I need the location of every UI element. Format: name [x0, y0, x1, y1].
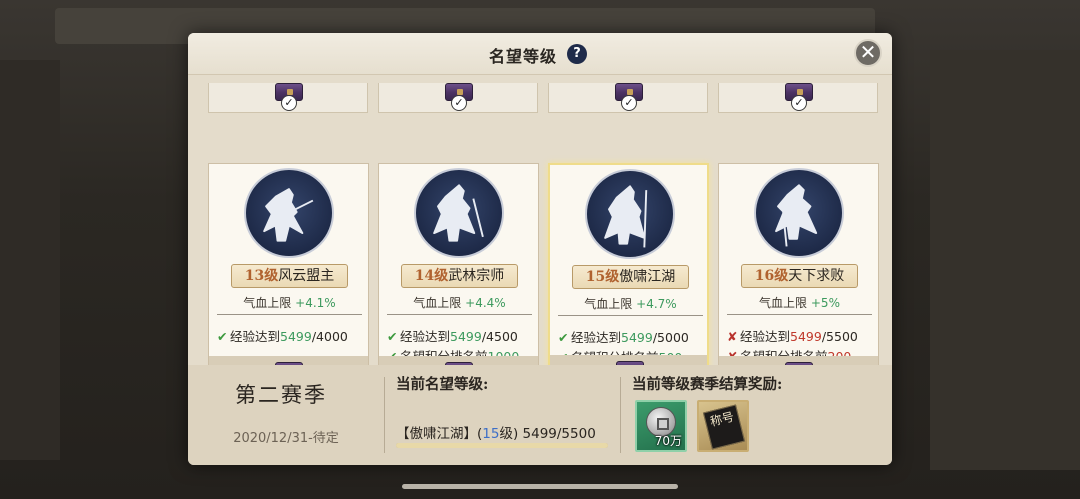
- card-divider: [217, 314, 362, 315]
- prev-reward-strip: ✓: [718, 83, 878, 113]
- stat-value: +4.1%: [295, 296, 336, 310]
- prestige-level-modal: 名望等级 ? ✕ ✓ ✓ ✓ ✓ 13级风云盟主 气血上限 +4.1% ✔ 经验达到5…: [188, 33, 892, 465]
- help-icon[interactable]: ?: [567, 44, 587, 64]
- cross-icon: ✘: [727, 329, 738, 344]
- level-number: 14级: [414, 268, 449, 284]
- level-title: 天下求败: [788, 268, 845, 284]
- claimed-check-icon: ✓: [791, 95, 807, 111]
- hero-portrait: [244, 168, 334, 258]
- stat-value: +4.4%: [465, 296, 506, 310]
- check-icon: ✔: [217, 329, 228, 344]
- requirement-label: 经验达到: [400, 329, 451, 344]
- check-icon: ✔: [387, 329, 398, 344]
- stat-label: 气血上限: [759, 296, 808, 310]
- modal-title: 名望等级: [488, 47, 557, 66]
- background-left-panel: [0, 60, 60, 460]
- level-name-plate: 15级傲啸江湖: [572, 265, 689, 289]
- close-button[interactable]: ✕: [854, 39, 882, 67]
- requirement-value: 5499: [450, 329, 482, 344]
- level-title: 武林宗师: [448, 268, 505, 284]
- level-card-2[interactable]: 15级傲啸江湖气血上限 +4.7%✔经验达到5499/5000✔名望积分排名前5…: [548, 163, 709, 395]
- requirement-value: 5499: [790, 329, 822, 344]
- requirement-target: /4500: [481, 329, 518, 344]
- hero-portrait: [585, 169, 675, 259]
- season-title: 第二赛季: [235, 383, 327, 407]
- reward-title-item[interactable]: 称号: [697, 400, 749, 452]
- stat-bonus: 气血上限 +4.7%: [550, 295, 711, 312]
- prev-reward-strip: ✓: [548, 83, 708, 113]
- claimed-check-icon: ✓: [621, 95, 637, 111]
- level-cards-area[interactable]: ✓ ✓ ✓ ✓ 13级风云盟主气血上限 +4.1%✔经验达到5499/4000✓…: [188, 75, 892, 395]
- stat-label: 气血上限: [413, 296, 462, 310]
- divider: [384, 377, 385, 453]
- stat-bonus: 气血上限 +5%: [719, 294, 880, 311]
- prev-reward-strip: ✓: [378, 83, 538, 113]
- card-divider: [727, 314, 872, 315]
- level-card-3[interactable]: 16级天下求败气血上限 +5%✘经验达到5499/5500✘名望积分排名前200: [718, 163, 879, 395]
- hero-portrait: [414, 168, 504, 258]
- reward-coin-amount: 70万: [654, 434, 682, 448]
- check-icon: ✔: [558, 330, 569, 345]
- stat-label: 气血上限: [243, 296, 292, 310]
- level-name-plate: 14级武林宗师: [401, 264, 518, 288]
- requirement-label: 经验达到: [571, 330, 622, 345]
- background-side-panel: [930, 50, 1080, 470]
- requirement-row: ✔ 经验达到5499/4000: [217, 326, 348, 345]
- level-title: 风云盟主: [278, 268, 335, 284]
- prev-reward-strip: ✓: [208, 83, 368, 113]
- current-level-label: 当前名望等级:: [396, 376, 489, 393]
- level-card-1[interactable]: 14级武林宗师气血上限 +4.4%✔经验达到5499/4500✔名望积分排名前1…: [378, 163, 539, 395]
- level-number: 16级: [754, 268, 789, 284]
- claimed-check-icon: ✓: [281, 95, 297, 111]
- requirement-value: 5499: [280, 329, 312, 344]
- requirement-row: ✔ 经验达到5499/5000: [558, 327, 689, 346]
- title-tag-icon: 称号: [702, 404, 746, 450]
- modal-header: 名望等级 ? ✕: [188, 33, 892, 75]
- divider: [620, 377, 621, 453]
- requirement-label: 经验达到: [230, 329, 281, 344]
- level-number: 13级: [244, 268, 279, 284]
- claimed-check-icon: ✓: [451, 95, 467, 111]
- level-card-0[interactable]: 13级风云盟主气血上限 +4.1%✔经验达到5499/4000✓: [208, 163, 369, 395]
- home-indicator[interactable]: [402, 484, 678, 489]
- season-reward-label: 当前等级赛季结算奖励:: [632, 376, 783, 393]
- requirement-row: ✘ 经验达到5499/5500: [727, 326, 858, 345]
- requirement-label: 经验达到: [740, 329, 791, 344]
- experience-progress-fill: [396, 443, 608, 448]
- season-footer: 第二赛季 2020/12/31-待定 当前名望等级: 【傲啸江湖】(15级) 5…: [188, 365, 892, 465]
- card-divider: [387, 314, 532, 315]
- level-title: 傲啸江湖: [619, 269, 676, 285]
- card-divider: [558, 315, 703, 316]
- experience-progress-bar: [396, 443, 608, 448]
- reward-coin-item[interactable]: 70万: [635, 400, 687, 452]
- stat-label: 气血上限: [584, 297, 633, 311]
- season-date: 2020/12/31-待定: [233, 431, 339, 446]
- requirement-target: /4000: [311, 329, 348, 344]
- stat-value: +4.7%: [636, 297, 677, 311]
- hero-portrait: [754, 168, 844, 258]
- stat-value: +5%: [810, 296, 840, 310]
- requirement-target: /5500: [821, 329, 858, 344]
- level-name-plate: 13级风云盟主: [231, 264, 348, 288]
- level-number: 15级: [585, 269, 620, 285]
- requirement-target: /5000: [652, 330, 689, 345]
- level-name-plate: 16级天下求败: [741, 264, 858, 288]
- requirement-row: ✔ 经验达到5499/4500: [387, 326, 518, 345]
- stat-bonus: 气血上限 +4.4%: [379, 294, 540, 311]
- requirement-value: 5499: [621, 330, 653, 345]
- current-level-value: 【傲啸江湖】(15级) 5499/5500: [396, 426, 596, 442]
- stat-bonus: 气血上限 +4.1%: [209, 294, 370, 311]
